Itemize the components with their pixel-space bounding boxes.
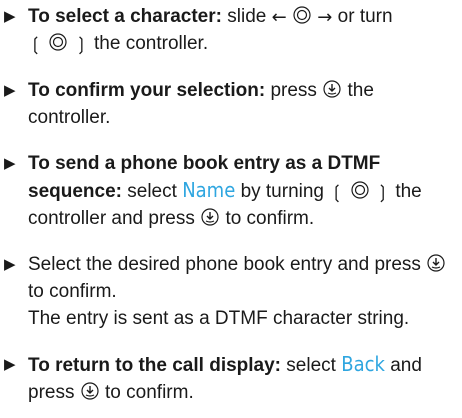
controller-icon xyxy=(292,5,312,25)
bullet-icon: ▶ xyxy=(4,356,16,373)
bullet-icon: ▶ xyxy=(4,155,16,172)
bullet-icon: ▶ xyxy=(4,8,16,25)
turn-left-icon: ❲ xyxy=(28,34,44,55)
step-text: The entry is sent as a DTMF character st… xyxy=(28,308,410,329)
step-text: to confirm. xyxy=(105,382,194,403)
step-text: select xyxy=(286,355,336,376)
turn-right-icon: ❳ xyxy=(73,34,89,55)
controller-icon xyxy=(350,180,370,200)
step-heading: To confirm your selection: xyxy=(28,80,266,101)
controller-press-icon xyxy=(80,381,100,401)
step-text: by turning xyxy=(240,181,325,202)
display-text-back: Back xyxy=(341,352,385,376)
step-text: or turn xyxy=(337,6,393,27)
step-heading: To select a character: xyxy=(28,6,222,27)
step-text: Select the desired phone book entry and … xyxy=(28,254,421,275)
step-text: slide xyxy=(227,6,267,27)
controller-press-icon xyxy=(322,79,342,99)
turn-right-icon: ❳ xyxy=(374,182,391,203)
arrow-left-icon: ← xyxy=(271,7,287,28)
turn-left-icon: ❲ xyxy=(329,182,345,203)
step-text: to confirm. xyxy=(225,208,315,229)
controller-icon xyxy=(48,32,68,52)
step-heading: To return to the call display: xyxy=(28,355,282,376)
controller-press-icon xyxy=(426,253,446,273)
step-text: to confirm. xyxy=(28,281,117,302)
bullet-icon: ▶ xyxy=(4,256,16,273)
display-text-name: Name xyxy=(182,178,236,202)
step-text: select xyxy=(127,181,177,202)
arrow-right-icon: → xyxy=(317,7,333,28)
step-text: the controller. xyxy=(94,33,209,54)
step-text: press xyxy=(270,80,317,101)
bullet-icon: ▶ xyxy=(4,82,16,99)
controller-press-icon xyxy=(200,207,220,227)
instruction-list: ▶ To select a character: slide ← → or tu… xyxy=(0,0,462,418)
